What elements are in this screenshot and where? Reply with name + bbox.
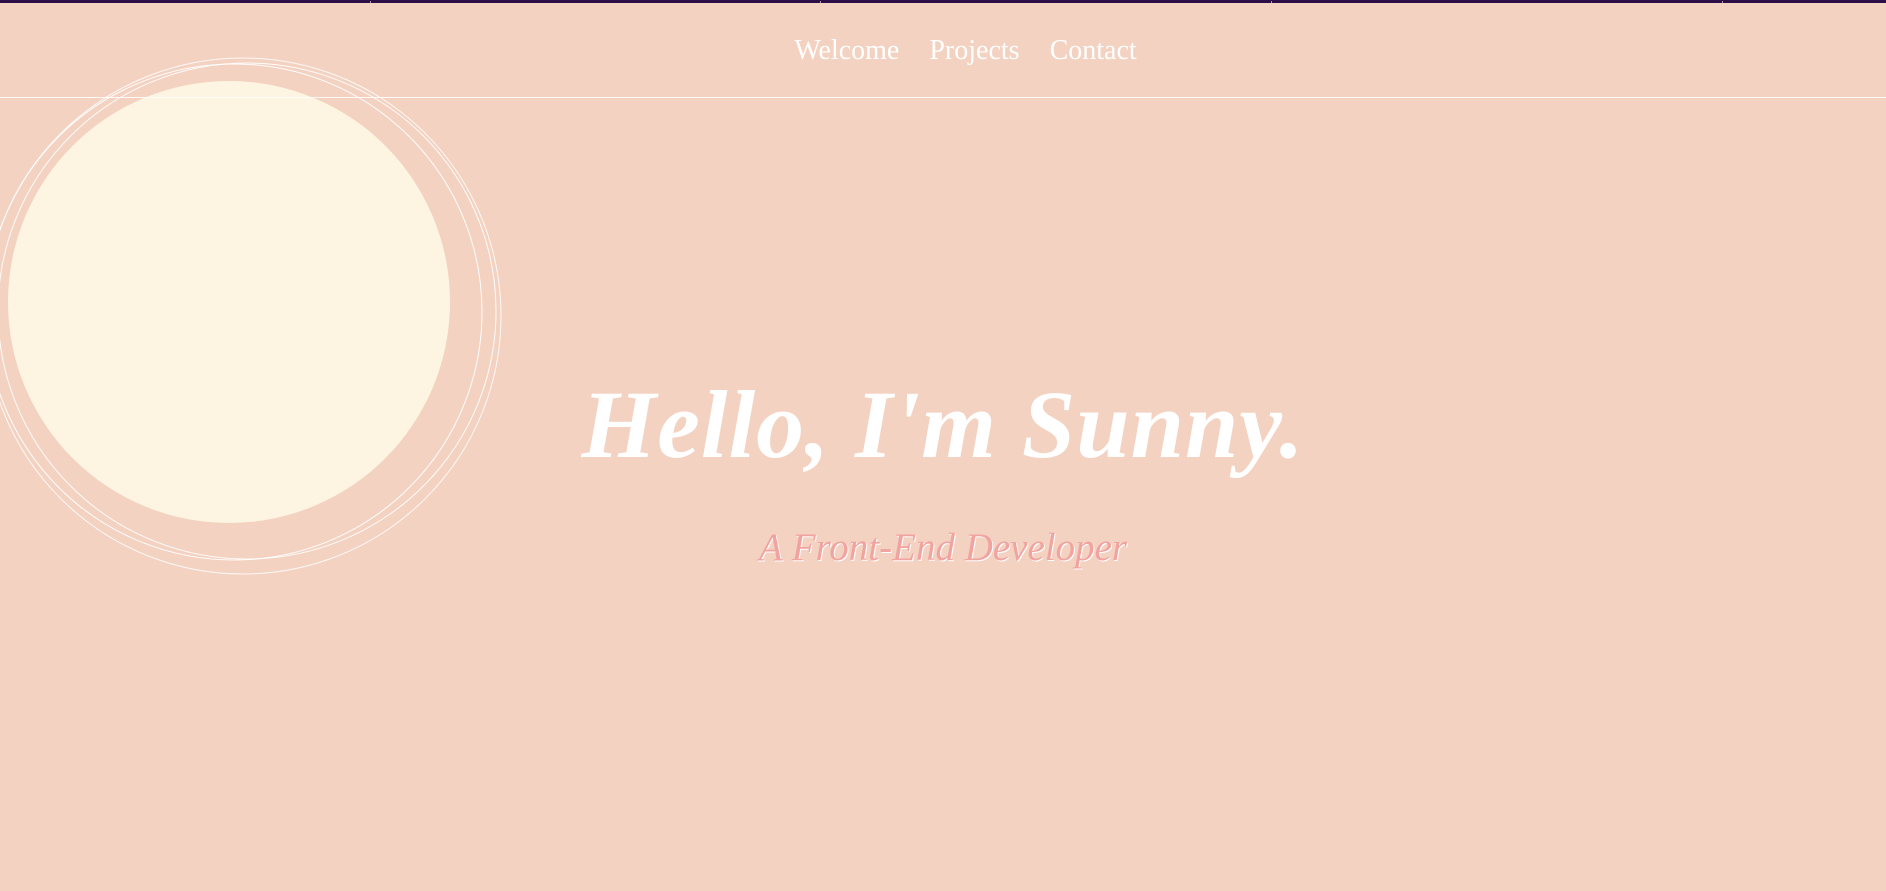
- nav-link-welcome[interactable]: Welcome: [794, 34, 899, 68]
- hero-subtitle: A Front-End Developer: [758, 526, 1128, 569]
- nav-link-contact[interactable]: Contact: [1050, 34, 1137, 68]
- nav-list: Welcome Projects Contact: [749, 34, 1136, 68]
- nav-link-projects[interactable]: Projects: [929, 34, 1019, 68]
- hero-title: Hello, I'm Sunny.: [581, 371, 1305, 478]
- top-navigation: Welcome Projects Contact: [0, 0, 1886, 98]
